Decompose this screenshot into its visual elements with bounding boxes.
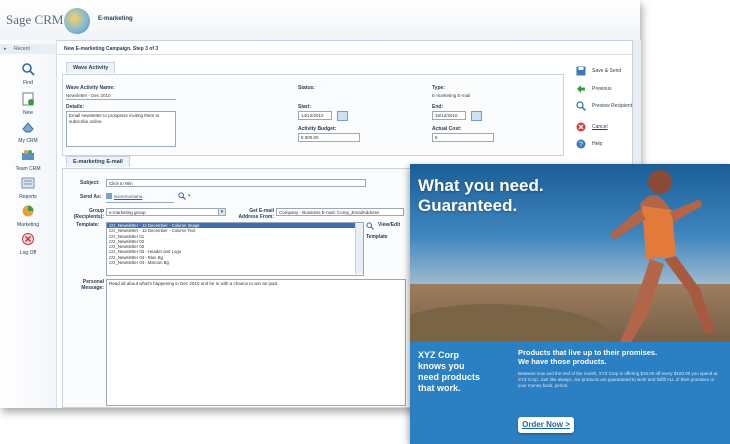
user-icon	[106, 193, 112, 199]
sendas-label: Send As:	[80, 194, 102, 200]
cancel-label: Cancel	[592, 124, 608, 130]
help-icon: ?	[576, 139, 586, 149]
type-label: Type:	[432, 85, 445, 91]
sidebar-item-team-crm[interactable]: Team CRM	[4, 148, 52, 172]
preview-magnifier-icon	[576, 101, 586, 111]
sidebar-item-label: My CRM	[18, 138, 38, 144]
view-edit-label[interactable]: View/Edit	[378, 222, 400, 228]
recent-menu[interactable]: ▸ Recent	[0, 44, 56, 54]
sidebar-item-log-off[interactable]: Log Off	[4, 232, 52, 256]
ad-left-line: need products	[418, 372, 481, 382]
ad-headline-line-1: What you need.	[418, 176, 544, 195]
sidebar: ▸ Recent Find New My CRM Team CRM Report…	[0, 40, 57, 408]
sidebar-item-label: Team CRM	[15, 166, 41, 172]
getemail-label: Get E-mail Address From:	[238, 208, 274, 220]
message-textarea[interactable]: Read all about what's happening in Dec 2…	[106, 279, 406, 406]
cancel-icon	[576, 122, 586, 132]
order-now-button[interactable]: Order Now >	[518, 417, 574, 433]
wave-name-label: Wave Activity Name:	[66, 85, 115, 91]
cost-field[interactable]: €	[432, 133, 494, 142]
sidebar-item-label: Reports	[19, 194, 37, 200]
list-item[interactable]: zzz_Newsletter 04 - Maroon Bg	[107, 260, 363, 265]
brand-name: Sage CRM	[6, 12, 64, 27]
view-template-icon[interactable]	[366, 222, 374, 230]
my-crm-icon	[22, 122, 34, 133]
sidebar-item-find[interactable]: Find	[4, 62, 52, 86]
sendas-link[interactable]: stevemontana	[114, 194, 142, 199]
details-textarea[interactable]: Email newsletter to prospects inviting t…	[66, 111, 176, 147]
ad-right-title-line-1: Products that live up to their promises.	[518, 348, 658, 357]
previous-label: Previous	[592, 86, 612, 92]
marketing-icon	[22, 205, 34, 217]
template-scrollbar[interactable]	[355, 223, 363, 274]
sidebar-item-label: Find	[23, 80, 33, 86]
reports-icon	[21, 177, 35, 189]
ad-headline-line-2: Guaranteed.	[418, 196, 518, 215]
new-document-icon	[22, 92, 34, 106]
team-crm-icon	[22, 150, 34, 160]
ad-left-copy: XYZ Corp knows you need products that wo…	[418, 350, 508, 394]
ad-right-title-line-2: We have those products.	[518, 357, 607, 366]
template-list[interactable]: zzz_Newsletter - 12 December - Column Im…	[106, 222, 364, 276]
sidebar-item-label: New	[22, 110, 33, 116]
save-icon	[576, 66, 586, 76]
recent-label: Recent	[14, 46, 30, 52]
sidebar-item-my-crm[interactable]: My CRM	[4, 120, 52, 144]
sidebar-item-label: Marketing	[17, 222, 39, 228]
start-date-field[interactable]: 14/12/2010	[298, 111, 332, 120]
template-label: Template:	[76, 222, 100, 228]
sidebar-item-marketing[interactable]: Marketing	[4, 204, 52, 228]
ad-body-text: Between now and the end of the month, XY…	[518, 371, 718, 388]
ad-right-title: Products that live up to their promises.…	[518, 348, 718, 366]
details-label: Details:	[66, 104, 85, 110]
magnifier-icon	[22, 63, 35, 76]
budget-label: Activity Budget:	[298, 126, 337, 132]
tab-wave-activity[interactable]: Wave Activity	[66, 62, 116, 73]
sidebar-item-label: Log Off	[19, 250, 37, 256]
cost-label: Actual Cost:	[432, 126, 462, 132]
sendas-search-icon[interactable]	[178, 192, 186, 200]
budget-field[interactable]: € 500.00	[298, 133, 360, 142]
group-label: Group (Recipients):	[73, 208, 104, 220]
emarketing-logo-icon	[64, 8, 90, 34]
app-title: E-marketing	[98, 16, 133, 22]
end-label: End:	[432, 104, 444, 110]
template-side-label: Template	[366, 234, 388, 240]
message-label: Personal Message:	[81, 279, 104, 291]
ad-headline: What you need. Guaranteed.	[418, 176, 544, 216]
runner-image	[610, 170, 715, 344]
sendas-underline	[106, 202, 174, 203]
previous-arrow-icon	[577, 85, 585, 93]
save-send-label: Save & Send	[592, 68, 622, 74]
getemail-select[interactable]: Company - Business E-mail: Comp_EmailAdd…	[276, 208, 404, 216]
sidebar-item-new[interactable]: New	[4, 92, 52, 116]
subject-field[interactable]: Click to Win	[106, 179, 366, 187]
svg-text:?: ?	[579, 142, 583, 149]
end-calendar-icon[interactable]	[471, 111, 482, 121]
start-calendar-icon[interactable]	[337, 111, 348, 121]
sendas-dropdown-icon[interactable]: ▾	[188, 193, 191, 199]
status-label: Status:	[298, 85, 315, 91]
group-dropdown-icon[interactable]: ▾	[218, 208, 226, 216]
ad-left-line: knows you	[418, 361, 465, 371]
newsletter-preview: What you need. Guaranteed. XYZ Corp know…	[410, 164, 730, 444]
type-value: E-marketing E-mail	[432, 93, 471, 98]
sidebar-item-reports[interactable]: Reports	[4, 176, 52, 200]
log-off-icon	[22, 233, 34, 245]
help-label: Help	[592, 141, 603, 147]
group-select[interactable]: e-marketing group	[106, 208, 226, 216]
start-label: Start:	[298, 104, 312, 110]
ad-left-line: XYZ Corp	[418, 350, 460, 360]
recent-arrow-icon: ▸	[4, 46, 7, 52]
ad-left-line: that work.	[418, 383, 461, 393]
wave-name-underline	[66, 99, 176, 100]
page-title: New E-marketing Campaign, Step 3 of 3	[58, 44, 638, 55]
tab-emarketing-email[interactable]: E-marketing E-mail	[66, 156, 130, 167]
subject-label: Subject:	[80, 180, 100, 186]
top-bar: Sage CRM E-marketing	[0, 0, 640, 41]
wave-name-field[interactable]: Newsletter - Dec 2010	[66, 93, 111, 98]
end-date-field[interactable]: 15/12/2010	[432, 111, 466, 120]
